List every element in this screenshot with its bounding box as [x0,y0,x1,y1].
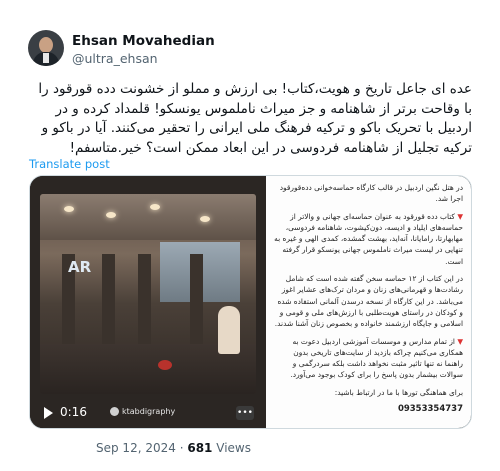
video-player[interactable]: AR 0:16 ktabdigraphy ••• [30,176,266,428]
author-avatar[interactable] [28,30,64,66]
views-count: 681 [187,441,213,455]
meta-separator: · [179,441,184,455]
video-more-icon[interactable]: ••• [236,406,254,420]
tweet-date[interactable]: Sep 12, 2024 [96,441,176,455]
doc-phone: 09353354737 [397,404,463,415]
translate-post-link[interactable]: Translate post [29,157,110,171]
author-handle[interactable]: @ultra_ehsan [72,51,158,66]
video-controls: 0:16 ktabdigraphy ••• [30,398,266,428]
doc-contact: برای هماهنگی تورها با ما در ارتباط باشید… [334,387,463,397]
author-name[interactable]: Ehsan Movahedian [72,33,215,49]
channel-avatar-icon [110,407,119,416]
video-watermark: AR [68,258,92,276]
video-channel: ktabdigraphy [110,407,175,416]
tweet-meta: Sep 12, 2024 · 681 Views [96,441,251,455]
doc-para-1: کتاب دده قورقود به عنوان حماسه‌ای جهانی … [274,211,463,266]
doc-intro: در هتل نگین اردبیل در قالب کارگاه حماسه‌… [279,183,463,204]
doc-bullet-icon: ▼ [457,336,463,346]
doc-para-2: در این کتاب از ۱۲ حماسه سخن گفته شده است… [274,274,463,329]
views-label: Views [216,441,251,455]
media-container: AR 0:16 ktabdigraphy ••• در هتل نگین ارد… [29,175,472,429]
doc-bullet-icon: ▼ [457,211,463,221]
document-image[interactable]: در هتل نگین اردبیل در قالب کارگاه حماسه‌… [266,176,471,428]
video-frame[interactable]: AR [40,194,256,394]
doc-para-3: از تمام مدارس و موسسات آموزشی اردبیل دعو… [290,336,463,380]
document-text: در هتل نگین اردبیل در قالب کارگاه حماسه‌… [274,182,463,415]
video-time: 0:16 [60,405,87,419]
play-icon[interactable] [44,407,53,419]
tweet-text: عده ای جاعل تاریخ و هویت،کتاب! بی ارزش و… [38,81,472,156]
video-channel-label: ktabdigraphy [122,407,176,416]
